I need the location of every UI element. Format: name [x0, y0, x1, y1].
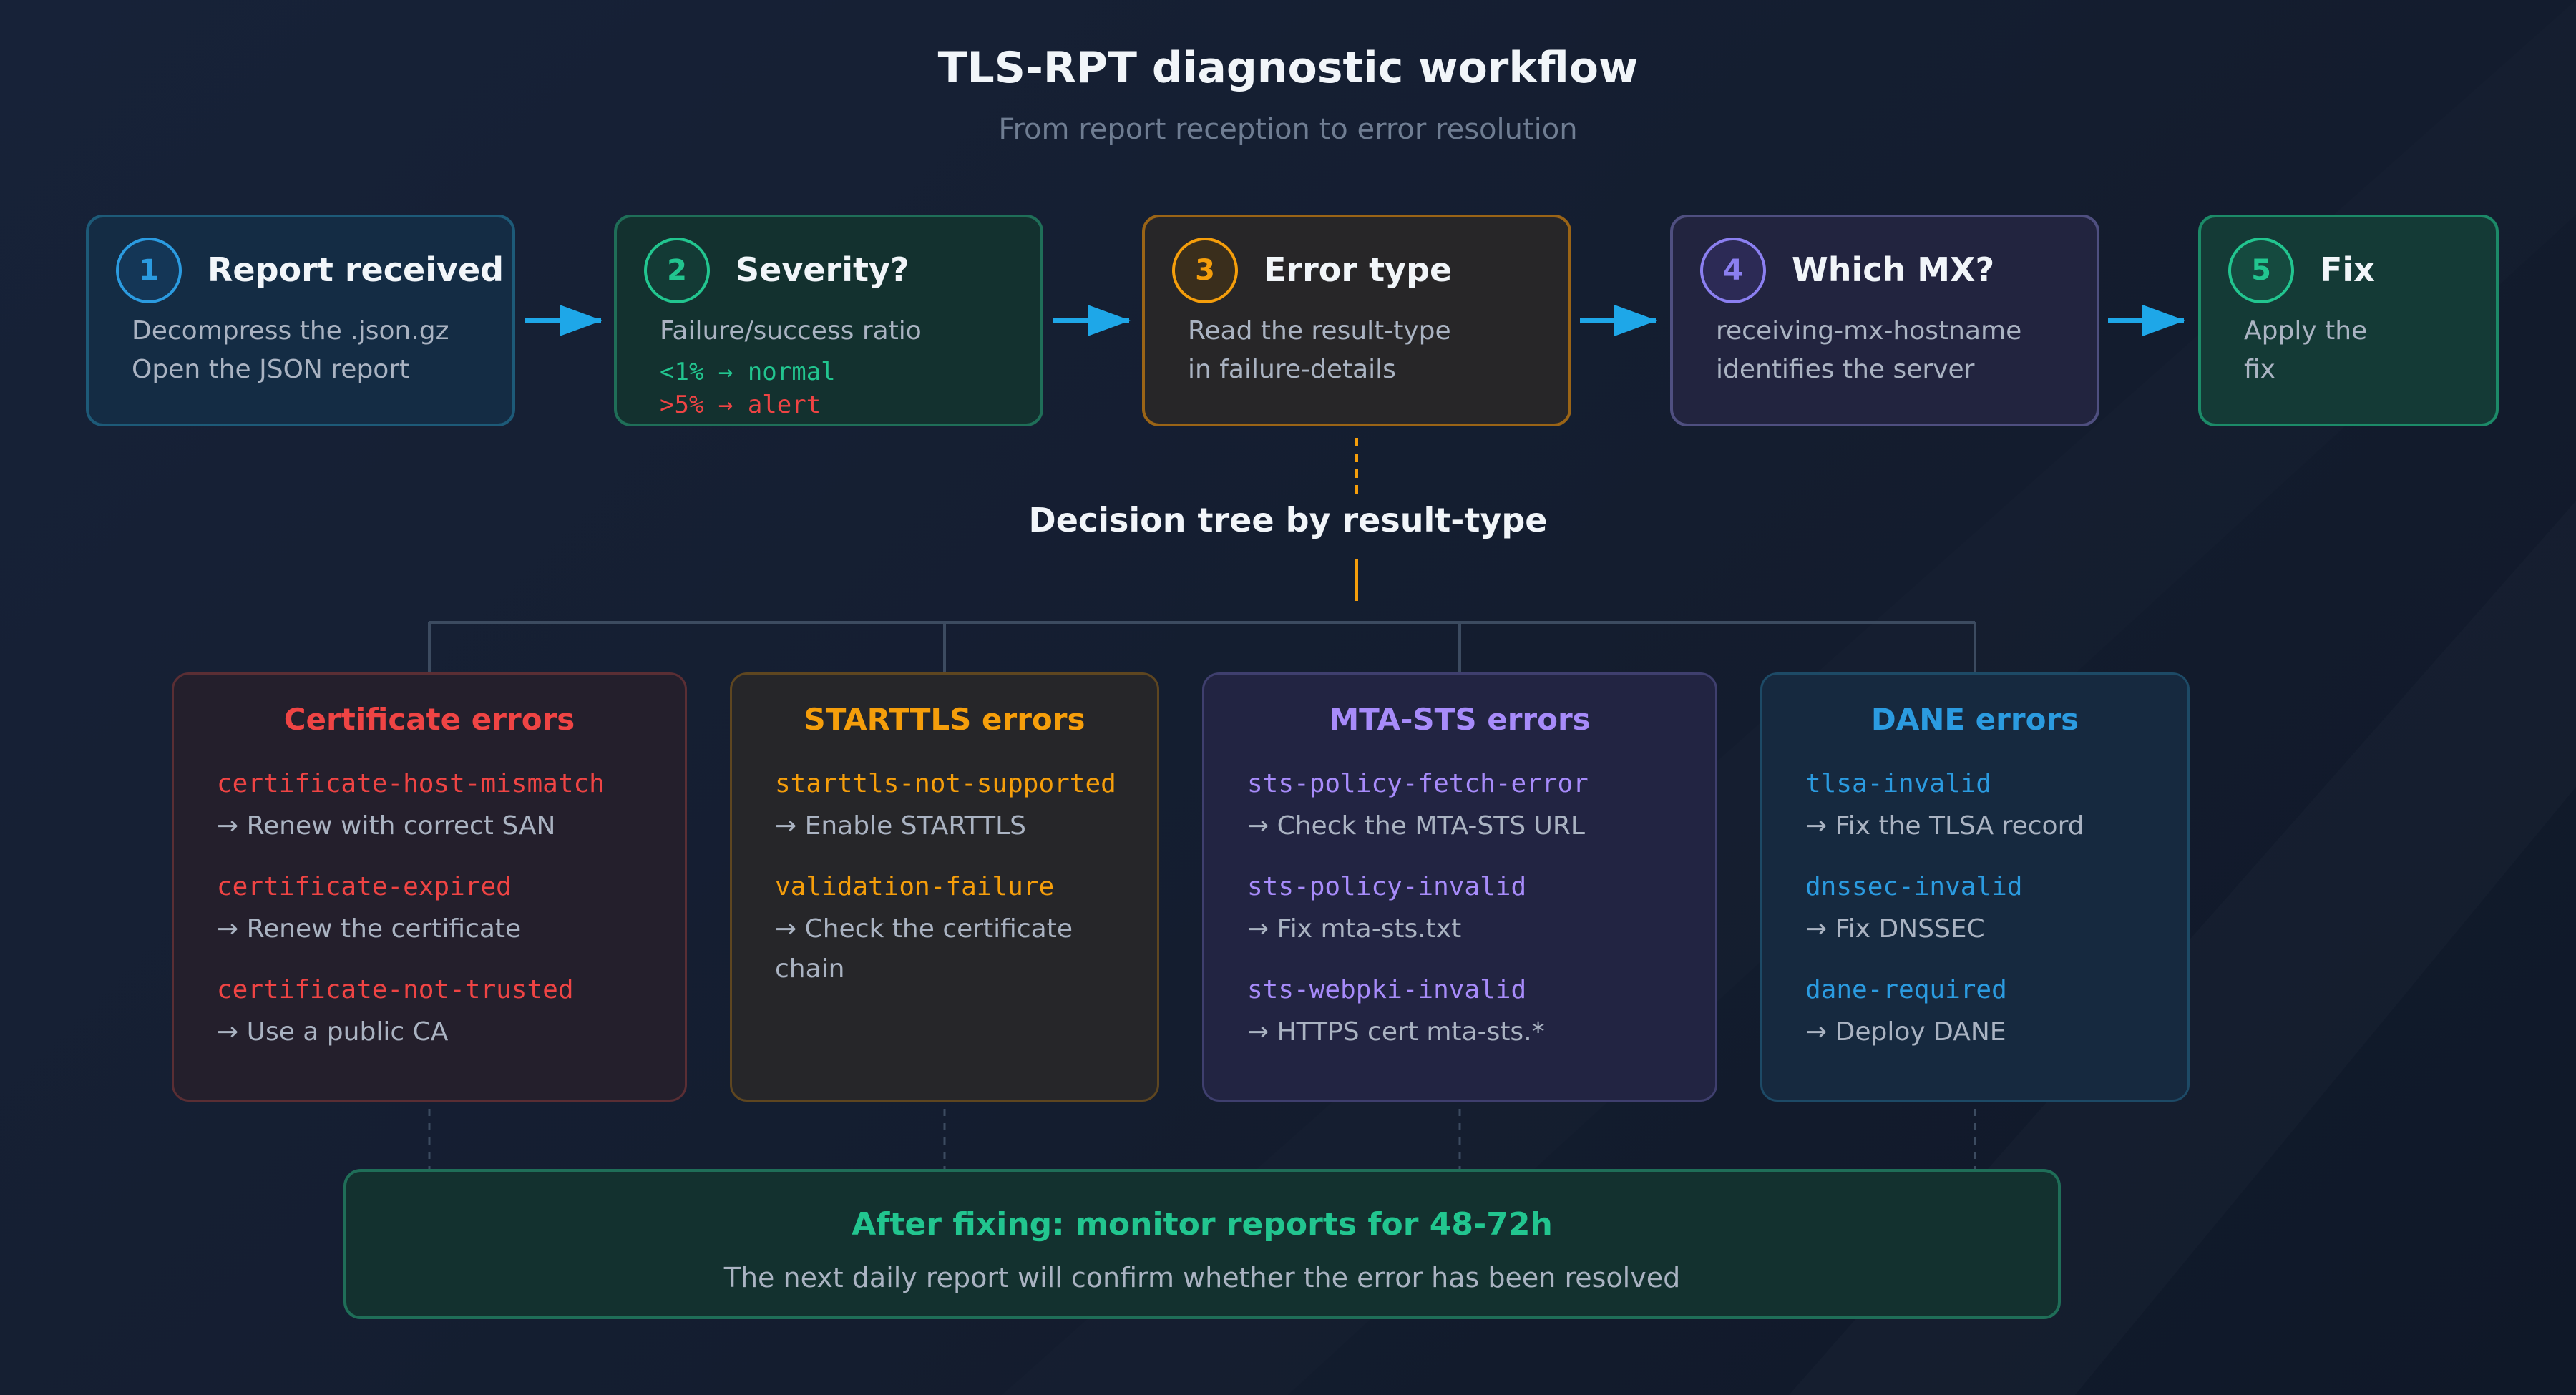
starttls-code-not-supported: starttls-not-supported [775, 769, 1116, 798]
step-2-number: 2 [644, 238, 710, 303]
tree-branches [428, 621, 1976, 672]
step-4-title: Which MX? [1792, 250, 1995, 289]
dane-action-tlsa-invalid: → Fix the TLSA record [1805, 811, 2084, 841]
decision-tree-label: Decision tree by result-type [1028, 501, 1548, 539]
step-5-fix: 5 Fix Apply the fix [2198, 215, 2499, 426]
dane-code-dnssec-invalid: dnssec-invalid [1805, 872, 2023, 901]
step-1-report-received: 1 Report received Decompress the .json.g… [86, 215, 515, 426]
dane-action-dnssec-invalid: → Fix DNSSEC [1805, 914, 1985, 944]
sts-code-policy-invalid: sts-policy-invalid [1247, 872, 1527, 901]
cert-code-host-mismatch: certificate-host-mismatch [217, 769, 605, 798]
step-5-line-2: fix [2244, 355, 2275, 384]
step-3-title: Error type [1264, 250, 1453, 289]
step-1-line-2: Open the JSON report [132, 355, 410, 384]
cert-code-not-trusted: certificate-not-trusted [217, 975, 574, 1004]
step-4-number: 4 [1700, 238, 1766, 303]
step-3-number: 3 [1172, 238, 1238, 303]
category-certificate-errors: Certificate errors certificate-host-mism… [172, 672, 687, 1102]
step-4-line-2: identifies the server [1716, 355, 1975, 384]
category-starttls-errors: STARTTLS errors starttls-not-supported →… [730, 672, 1159, 1102]
step-1-title: Report received [208, 250, 504, 289]
diagram-subtitle: From report reception to error resolutio… [998, 113, 1578, 146]
step-1-number: 1 [116, 238, 182, 303]
step-4-line-1: receiving-mx-hostname [1716, 316, 2022, 346]
category-starttls-title: STARTTLS errors [804, 702, 1085, 737]
category-dane-title: DANE errors [1870, 702, 2079, 737]
step-5-number: 5 [2228, 238, 2294, 303]
sts-action-fetch-error: → Check the MTA-STS URL [1247, 811, 1585, 841]
step-4-which-mx: 4 Which MX? receiving-mx-hostname identi… [1670, 215, 2099, 426]
sts-code-fetch-error: sts-policy-fetch-error [1247, 769, 1589, 798]
step-2-line-1: Failure/success ratio [660, 316, 922, 346]
cert-action-not-trusted: → Use a public CA [217, 1017, 449, 1047]
category-mta-sts-errors: MTA-STS errors sts-policy-fetch-error → … [1202, 672, 1717, 1102]
step-3-error-type: 3 Error type Read the result-type in fai… [1142, 215, 1571, 426]
step-5-title: Fix [2320, 250, 2375, 289]
starttls-action-not-supported: → Enable STARTTLS [775, 811, 1026, 841]
cert-code-expired: certificate-expired [217, 872, 512, 901]
step-2-title: Severity? [736, 250, 909, 289]
step-2-severity: 2 Severity? Failure/success ratio <1% → … [614, 215, 1043, 426]
step-3-line-1: Read the result-type [1188, 316, 1451, 346]
dane-code-required: dane-required [1805, 975, 2007, 1004]
starttls-code-validation-failure: validation-failure [775, 872, 1055, 901]
dane-code-tlsa-invalid: tlsa-invalid [1805, 769, 1992, 798]
step-2-normal-threshold: <1% → normal [660, 358, 836, 386]
sts-action-webpki-invalid: → HTTPS cert mta-sts.* [1247, 1017, 1545, 1047]
sts-code-webpki-invalid: sts-webpki-invalid [1247, 975, 1527, 1004]
starttls-action-validation-failure: → Check the certificate chain [775, 914, 1073, 984]
step-1-line-1: Decompress the .json.gz [132, 316, 449, 346]
monitoring-subtitle: The next daily report will confirm wheth… [723, 1262, 1681, 1293]
step-3-line-2: in failure-details [1188, 355, 1396, 384]
sts-action-policy-invalid: → Fix mta-sts.txt [1247, 914, 1462, 944]
monitoring-note: After fixing: monitor reports for 48-72h… [343, 1169, 2061, 1319]
cert-action-expired: → Renew the certificate [217, 914, 522, 944]
category-certificate-title: Certificate errors [283, 702, 575, 737]
step-5-line-1: Apply the [2244, 316, 2368, 346]
category-dane-errors: DANE errors tlsa-invalid → Fix the TLSA … [1760, 672, 2190, 1102]
step-2-alert-threshold: >5% → alert [660, 391, 821, 419]
diagram-title: TLS-RPT diagnostic workflow [937, 43, 1639, 93]
cert-action-host-mismatch: → Renew with correct SAN [217, 811, 556, 841]
category-mta-sts-title: MTA-STS errors [1329, 702, 1591, 737]
dane-action-required: → Deploy DANE [1805, 1017, 2006, 1047]
footer-connectors [428, 1109, 1976, 1169]
monitoring-title: After fixing: monitor reports for 48-72h [852, 1206, 1553, 1243]
